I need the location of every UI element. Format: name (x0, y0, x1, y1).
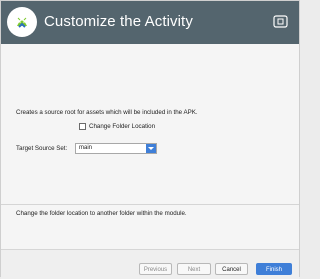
previous-button[interactable]: Previous (139, 263, 172, 275)
dialog-header: Customize the Activity (1, 1, 299, 44)
target-source-set-select[interactable]: main (75, 143, 157, 154)
android-studio-logo-icon (7, 7, 37, 37)
chevron-down-icon[interactable] (146, 144, 156, 153)
description-text: Creates a source root for assets which w… (16, 109, 198, 116)
dialog-title: Customize the Activity (44, 13, 193, 30)
target-source-set-label: Target Source Set: (16, 145, 68, 152)
next-button[interactable]: Next (177, 263, 211, 275)
divider (1, 204, 299, 205)
customize-activity-dialog: Customize the Activity Creates a source … (0, 0, 300, 279)
finish-button[interactable]: Finish (256, 263, 292, 275)
device-preview-icon (273, 15, 288, 28)
help-text: Change the folder location to another fo… (16, 210, 187, 217)
cancel-button[interactable]: Cancel (215, 263, 248, 275)
change-folder-location-label[interactable]: Change Folder Location (89, 123, 155, 130)
change-folder-location-checkbox[interactable] (79, 123, 86, 130)
target-source-set-value: main (79, 145, 93, 151)
